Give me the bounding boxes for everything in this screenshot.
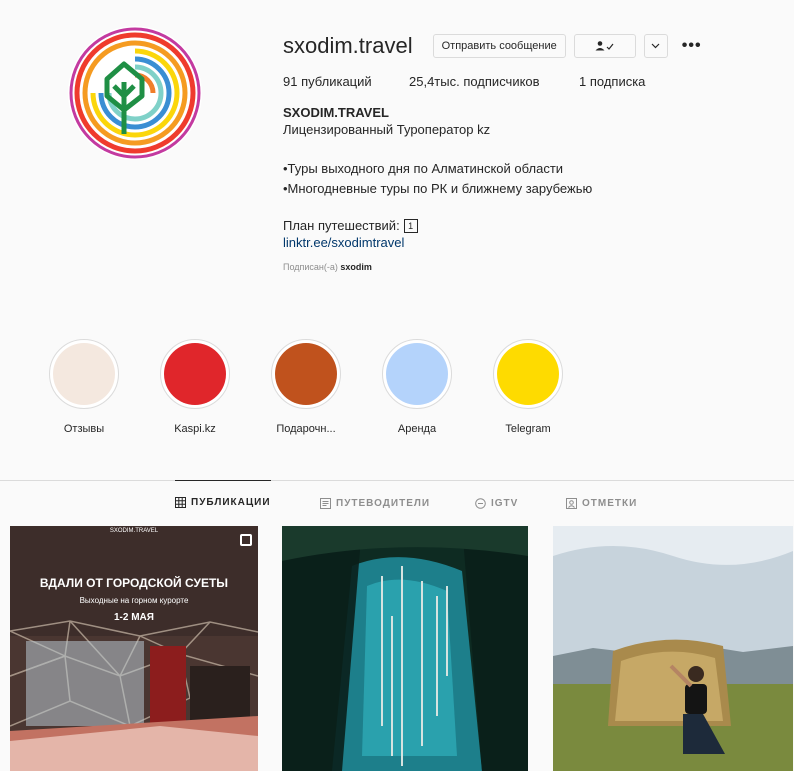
highlight-label: Аренда — [397, 423, 437, 435]
post-title: ВДАЛИ ОТ ГОРОДСКОЙ СУЕТЫ — [39, 576, 229, 590]
followers-count[interactable]: 25,4тыс. подписчиков — [409, 74, 579, 89]
tab-tagged[interactable]: ОТМЕТКИ — [566, 484, 637, 522]
highlight-circle — [493, 339, 563, 409]
post-subtitle: Выходные на горном курорте — [79, 596, 189, 605]
tab-label: ПУБЛИКАЦИИ — [191, 496, 271, 508]
guide-icon — [320, 497, 331, 509]
profile-stats: 91 публикаций 25,4тыс. подписчиков 1 под… — [283, 74, 763, 89]
grid-icon — [175, 496, 186, 508]
profile-tabs: ПУБЛИКАЦИИ ПУТЕВОДИТЕЛИ IGTV ОТМЕТКИ — [0, 480, 794, 524]
more-options-button[interactable]: ••• — [682, 37, 702, 55]
story-highlights: Отзывы Kaspi.kz Подарочн... Аренда Teleg… — [0, 335, 794, 445]
post-image — [10, 526, 258, 771]
tab-label: IGTV — [491, 497, 519, 509]
posts-grid: SXODIM.TRAVEL ВДАЛИ ОТ ГОРОДСКОЙ СУЕТЫ В… — [0, 526, 794, 771]
tag-icon — [566, 497, 577, 509]
posts-count: 91 публикаций — [283, 74, 372, 89]
highlight-label: Подарочн... — [276, 423, 336, 435]
highlight-reviews[interactable]: Отзывы — [39, 339, 129, 435]
following-button[interactable] — [573, 34, 636, 58]
highlight-gift[interactable]: Подарочн... — [261, 339, 351, 435]
profile-header: sxodim.travel Отправить сообщение ••• 91… — [283, 32, 763, 272]
post-tile[interactable] — [553, 526, 793, 771]
carousel-icon — [240, 534, 252, 546]
highlight-telegram[interactable]: Telegram — [483, 339, 573, 435]
more-icon: ••• — [681, 37, 702, 54]
following-count[interactable]: 1 подписка — [579, 74, 645, 89]
bio-line: •Туры выходного дня по Алматинской облас… — [283, 161, 564, 176]
profile-username: sxodim.travel — [283, 33, 413, 58]
highlight-circle — [271, 339, 341, 409]
plan-label: План путешествий: — [283, 218, 400, 233]
followed-by-line: Подписан(-а) sxodim — [283, 262, 763, 272]
highlight-label: Отзывы — [63, 423, 105, 435]
bio-line: •Многодневные туры по РК и ближнему зару… — [283, 181, 593, 196]
profile-bio: Лицензированный Туроператор kz •Туры вых… — [283, 120, 763, 218]
highlight-circle — [160, 339, 230, 409]
highlight-rent[interactable]: Аренда — [372, 339, 462, 435]
tab-guides[interactable]: ПУТЕВОДИТЕЛИ — [320, 484, 430, 522]
highlight-circle — [49, 339, 119, 409]
highlight-kaspi[interactable]: Kaspi.kz — [150, 339, 240, 435]
post-image — [553, 526, 793, 771]
plan-line: План путешествий: 1 — [283, 218, 763, 233]
bio-line: Лицензированный Туроператор kz — [283, 122, 491, 137]
profile-link[interactable]: linktr.ee/sxodimtravel — [283, 235, 763, 250]
sxodim-logo — [68, 26, 202, 160]
tabs-divider — [0, 480, 794, 481]
highlight-label: Kaspi.kz — [174, 423, 216, 435]
suggestions-dropdown-button[interactable] — [643, 34, 668, 58]
post-image — [282, 526, 528, 771]
post-tile[interactable]: SXODIM.TRAVEL ВДАЛИ ОТ ГОРОДСКОЙ СУЕТЫ В… — [10, 526, 258, 771]
followed-by-prefix: Подписан(-а) — [283, 262, 338, 272]
info-badge-icon: 1 — [403, 218, 418, 233]
post-date: 1-2 МАЯ — [114, 612, 154, 623]
profile-full-name: SXODIM.TRAVEL — [283, 105, 389, 120]
tab-label: ПУТЕВОДИТЕЛИ — [336, 497, 431, 509]
profile-avatar[interactable] — [66, 24, 204, 162]
post-logo-text: SXODIM.TRAVEL — [109, 528, 159, 534]
tab-posts[interactable]: ПУБЛИКАЦИИ — [175, 480, 271, 523]
tab-igtv[interactable]: IGTV — [475, 484, 518, 522]
tab-label: ОТМЕТКИ — [582, 497, 638, 509]
person-check-icon — [595, 41, 614, 51]
post-tile[interactable] — [282, 526, 528, 771]
send-message-button[interactable]: Отправить сообщение — [432, 34, 566, 58]
chevron-down-icon — [651, 43, 660, 49]
profile-actions-row: sxodim.travel Отправить сообщение ••• — [283, 32, 763, 60]
igtv-icon — [475, 497, 486, 509]
highlight-label: Telegram — [505, 423, 551, 435]
highlight-circle — [382, 339, 452, 409]
followed-by-user[interactable]: sxodim — [340, 262, 372, 272]
